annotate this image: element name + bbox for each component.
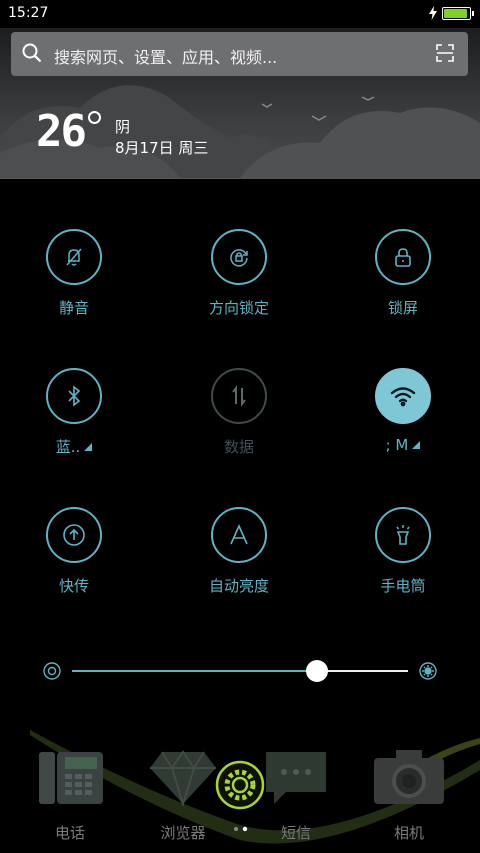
search-icon <box>22 43 42 63</box>
toggle-label: 快传 <box>58 577 89 595</box>
toggle-label: 锁屏 <box>387 299 418 317</box>
phone-icon <box>39 752 103 804</box>
weather-header[interactable]: 搜索网页、设置、应用、视频... 26 阴 8月17日 周三 <box>0 28 480 179</box>
toggle-wifi[interactable]: ; M <box>344 368 464 478</box>
toggle-mute[interactable]: 静音 <box>15 229 135 339</box>
brightness-high-icon <box>419 662 437 680</box>
toggle-label: 数据 <box>223 438 254 456</box>
dock-label: 电话 <box>54 824 85 842</box>
toggle-rotation-lock[interactable]: 方向锁定 <box>180 229 300 339</box>
toggle-quick-share[interactable]: 快传 <box>15 507 135 617</box>
scan-icon[interactable] <box>436 44 454 62</box>
page-indicator <box>234 826 248 832</box>
toggle-lock-screen[interactable]: 锁屏 <box>344 229 464 339</box>
weather-date: 8月17日 周三 <box>115 139 209 157</box>
flashlight-icon <box>375 507 431 563</box>
toggle-bluetooth[interactable]: 蓝.. <box>15 368 135 478</box>
charging-icon <box>429 6 437 20</box>
degree-icon <box>88 111 101 124</box>
dock-app-phone[interactable] <box>37 748 105 812</box>
toggle-auto-brightness[interactable]: 自动亮度 <box>180 507 300 617</box>
share-icon <box>46 507 102 563</box>
weather-condition: 阴 <box>115 118 131 136</box>
battery-icon <box>442 7 471 20</box>
settings-gear-icon[interactable] <box>215 760 265 814</box>
camera-icon <box>374 750 444 804</box>
auto-brightness-icon <box>211 507 267 563</box>
toggle-label: ; M <box>344 436 462 454</box>
temperature: 26 <box>36 106 87 157</box>
toggle-label: 蓝.. <box>15 436 133 457</box>
brightness-slider-thumb[interactable] <box>306 660 329 682</box>
dock-label: 短信 <box>280 824 311 842</box>
toggle-flashlight[interactable]: 手电筒 <box>344 507 464 617</box>
lock-icon <box>375 229 431 285</box>
dock-label: 浏览器 <box>160 824 206 842</box>
toggle-label: 方向锁定 <box>208 299 269 317</box>
search-bar[interactable]: 搜索网页、设置、应用、视频... <box>11 32 468 76</box>
toggle-label: 手电筒 <box>380 577 426 595</box>
rotation-lock-icon <box>211 229 267 285</box>
dock-app-camera[interactable] <box>372 748 446 812</box>
browser-icon <box>150 750 216 808</box>
brightness-slider-fill <box>72 670 318 672</box>
brightness-low-icon <box>43 662 61 680</box>
toggle-label: 静音 <box>58 299 89 317</box>
mobile-data-icon <box>211 368 267 424</box>
status-bar: 15:27 <box>0 0 480 28</box>
search-input[interactable]: 搜索网页、设置、应用、视频... <box>54 44 277 68</box>
wifi-icon <box>375 368 431 424</box>
dock-app-messages[interactable] <box>262 748 330 812</box>
messages-icon <box>266 752 326 804</box>
dock-label: 相机 <box>393 824 424 842</box>
clock: 15:27 <box>8 5 49 21</box>
bell-off-icon <box>46 229 102 285</box>
bluetooth-icon <box>46 368 102 424</box>
toggle-mobile-data[interactable]: 数据 <box>180 368 300 478</box>
toggle-label: 自动亮度 <box>208 577 269 595</box>
dock-app-browser[interactable] <box>148 750 218 810</box>
